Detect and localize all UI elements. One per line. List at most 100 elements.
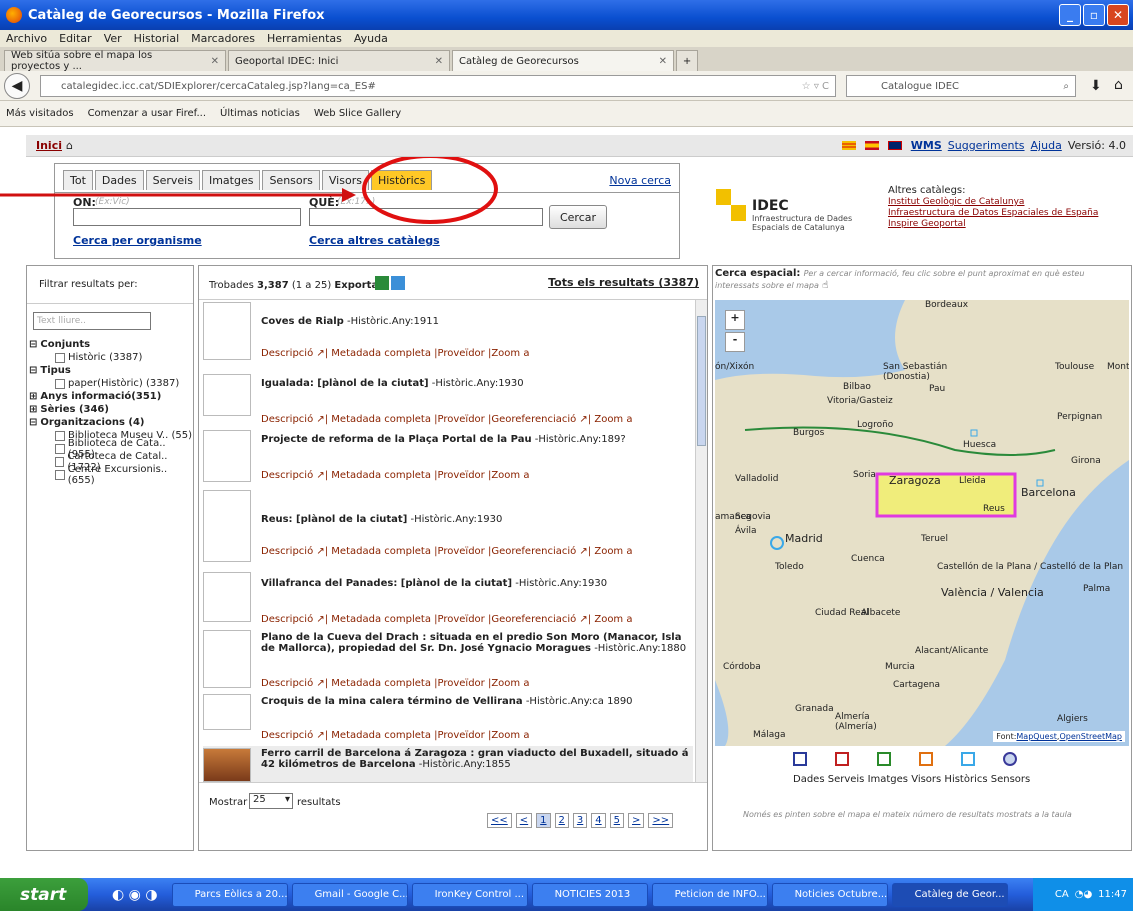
filter-group-organitzacions[interactable]: ⊟ Organitzacions (4) — [29, 416, 193, 429]
page-5-button[interactable]: 5 — [609, 813, 625, 828]
back-button[interactable]: ◀ — [4, 72, 30, 99]
maximize-button[interactable]: ▫ — [1083, 4, 1105, 26]
task-button[interactable]: Catàleg de Geor... — [891, 882, 1008, 907]
rss-export-icon[interactable] — [391, 276, 405, 290]
task-button[interactable]: Peticion de INFO... — [651, 882, 768, 907]
catalog-link-idee[interactable]: Infraestructura de Datos Espaciales de E… — [888, 208, 1098, 218]
home-icon[interactable]: ⌂ — [1114, 77, 1123, 93]
tray-icons[interactable]: ◔◕ — [1075, 889, 1092, 900]
home-link[interactable]: Inici — [36, 139, 62, 152]
menu-herramientas[interactable]: Herramientas — [267, 32, 342, 45]
result-thumbnail[interactable] — [203, 748, 251, 782]
menu-ayuda[interactable]: Ayuda — [354, 32, 388, 45]
filter-checkbox[interactable] — [55, 430, 65, 441]
page-2-button[interactable]: 2 — [554, 813, 569, 828]
filter-item[interactable]: Centre Excursionis.. (655) — [29, 464, 193, 486]
result-title[interactable]: Villafranca del Panades: [plànol de la c… — [261, 578, 691, 589]
result-links[interactable]: Descripció ↗| Metadada completa |Proveïd… — [261, 614, 632, 625]
search-engine-bar[interactable]: Catalogue IDEC ⌕ — [846, 75, 1076, 97]
suggestions-link[interactable]: Suggeriments — [948, 139, 1025, 152]
map-canvas[interactable]: + - Bordeaux Toulouse Montpe San Sebasti… — [715, 300, 1129, 746]
result-item[interactable]: Igualada: [plànol de la ciutat] -Històri… — [203, 372, 693, 426]
spanish-flag-icon[interactable] — [864, 141, 879, 150]
catalog-link-inspire[interactable]: Inspire Geoportal — [888, 219, 966, 229]
menu-editar[interactable]: Editar — [59, 32, 92, 45]
filter-checkbox[interactable] — [55, 469, 65, 480]
free-text-input[interactable]: Text lliure.. — [33, 312, 151, 330]
new-search-link[interactable]: Nova cerca — [609, 174, 671, 187]
osm-link[interactable]: OpenStreetMap — [1059, 732, 1122, 741]
filter-group-series[interactable]: ⊞ Sèries (346) — [29, 403, 193, 416]
menu-marcadores[interactable]: Marcadores — [191, 32, 255, 45]
result-thumbnail[interactable] — [203, 694, 251, 730]
bookmark-web-slice[interactable]: Web Slice Gallery — [314, 108, 401, 119]
menu-historial[interactable]: Historial — [134, 32, 179, 45]
mapquest-link[interactable]: MapQuest — [1016, 732, 1056, 741]
start-button[interactable]: start — [0, 878, 88, 911]
result-title[interactable]: Projecte de reforma de la Plaça Portal d… — [261, 434, 691, 445]
page-4-button[interactable]: 4 — [591, 813, 606, 828]
page-3-button[interactable]: 3 — [572, 813, 588, 828]
scroll-thumb[interactable] — [697, 316, 706, 446]
result-item[interactable]: Reus: [plànol de la ciutat] -Històric.An… — [203, 490, 693, 564]
result-title[interactable]: Plano de la Cueva del Drach : situada en… — [261, 632, 691, 654]
tab-web-situa[interactable]: Web sitúa sobre el mapa los proyectos y … — [4, 50, 226, 72]
help-link[interactable]: Ajuda — [1031, 139, 1062, 152]
new-tab-button[interactable]: + — [676, 50, 698, 71]
language-indicator[interactable]: CA — [1055, 889, 1069, 900]
result-links[interactable]: Descripció ↗| Metadada completa |Proveïd… — [261, 470, 529, 481]
filter-group-tipus[interactable]: ⊟ Tipus — [29, 364, 193, 377]
close-tab-icon[interactable]: ✕ — [651, 56, 667, 67]
result-thumbnail[interactable] — [203, 374, 251, 416]
results-scrollbar[interactable] — [695, 300, 707, 782]
url-bar[interactable]: catalegidec.icc.cat/SDIExplorer/cercaCat… — [40, 75, 836, 97]
task-button[interactable]: IronKey Control ... — [411, 882, 528, 907]
reload-icon[interactable]: ☆ ▿ C — [802, 81, 835, 92]
result-links[interactable]: Descripció ↗| Metadada completa |Proveïd… — [261, 546, 632, 557]
zoom-in-button[interactable]: + — [725, 310, 745, 330]
filter-group-conjunts[interactable]: ⊟ Conjunts — [29, 338, 193, 351]
minimize-button[interactable]: _ — [1059, 4, 1081, 26]
result-title[interactable]: Coves de Rialp -Històric.Any:1911 — [261, 316, 691, 327]
result-thumbnail[interactable] — [203, 302, 251, 360]
close-tab-icon[interactable]: ✕ — [203, 56, 219, 67]
filter-checkbox[interactable] — [55, 443, 65, 454]
page-1-button[interactable]: 1 — [536, 813, 551, 828]
zoom-out-button[interactable]: - — [725, 332, 745, 352]
page-last-button[interactable]: >> — [648, 813, 674, 828]
result-thumbnail[interactable] — [203, 630, 251, 688]
result-links[interactable]: Descripció ↗| Metadada completa |Proveïd… — [261, 348, 529, 359]
result-thumbnail[interactable] — [203, 430, 251, 482]
filter-checkbox[interactable] — [55, 378, 65, 389]
result-title[interactable]: Ferro carril de Barcelona á Zaragoza : g… — [261, 748, 691, 770]
uk-flag-icon[interactable] — [887, 141, 902, 150]
result-item[interactable]: Ferro carril de Barcelona á Zaragoza : g… — [203, 746, 693, 782]
task-button[interactable]: Noticies Octubre... — [771, 882, 888, 907]
page-next-button[interactable]: > — [628, 813, 645, 828]
result-thumbnail[interactable] — [203, 572, 251, 622]
bookmark-comenzar[interactable]: Comenzar a usar Firef... — [88, 108, 206, 119]
filter-item[interactable]: paper(Històric) (3387) — [29, 377, 193, 390]
catalog-link-igc[interactable]: Institut Geològic de Catalunya — [888, 197, 1024, 207]
menu-archivo[interactable]: Archivo — [6, 32, 47, 45]
quick-launch-icons[interactable]: ◐ ◉ ◑ — [112, 887, 158, 903]
filter-item[interactable]: Històric (3387) — [29, 351, 193, 364]
close-button[interactable]: ✕ — [1107, 4, 1129, 26]
result-item[interactable]: Villafranca del Panades: [plànol de la c… — [203, 572, 693, 628]
result-item[interactable]: Projecte de reforma de la Plaça Portal d… — [203, 430, 693, 484]
tab-geoportal[interactable]: Geoportal IDEC: Inici ✕ — [228, 50, 450, 71]
download-icon[interactable]: ⬇ — [1090, 78, 1102, 94]
task-button[interactable]: NOTICIES 2013 — [531, 882, 648, 907]
page-size-select[interactable]: 25 ▾ — [249, 793, 293, 809]
result-item[interactable]: Croquis de la mina calera término de Vel… — [203, 694, 693, 744]
wms-link[interactable]: WMS — [911, 139, 942, 152]
bookmark-ultimas-noticias[interactable]: Últimas noticias — [220, 108, 300, 119]
page-prev-button[interactable]: < — [515, 813, 533, 828]
bookmark-mas-visitados[interactable]: Más visitados — [6, 108, 74, 119]
result-item[interactable]: Coves de Rialp -Històric.Any:1911 Descri… — [203, 300, 693, 362]
result-links[interactable]: Descripció ↗| Metadada completa |Proveïd… — [261, 730, 529, 741]
result-links[interactable]: Descripció ↗| Metadada completa |Proveïd… — [261, 678, 529, 689]
menu-ver[interactable]: Ver — [104, 32, 122, 45]
filter-checkbox[interactable] — [55, 456, 65, 467]
all-results-link[interactable]: Tots els resultats (3387) — [548, 276, 699, 289]
